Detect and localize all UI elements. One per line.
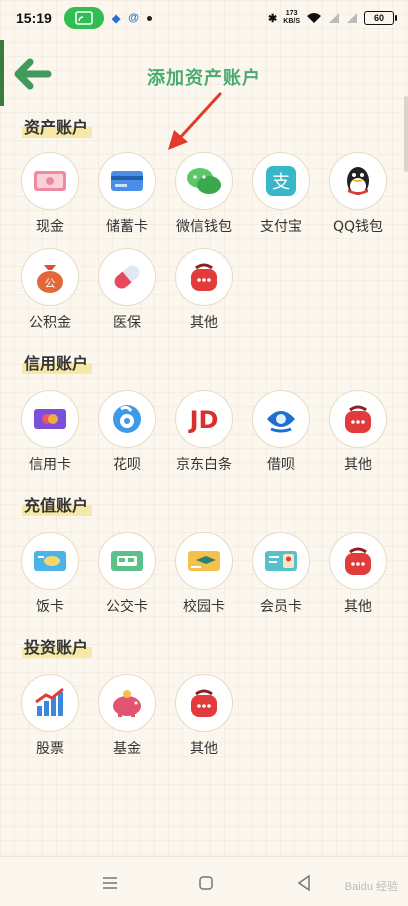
annotation-arrow-icon: [168, 92, 222, 150]
home-nav-button[interactable]: [194, 871, 218, 895]
credit-card-icon: [34, 409, 66, 429]
status-time: 15:19: [16, 10, 52, 26]
account-wechat-wallet[interactable]: 微信钱包: [172, 152, 238, 240]
huabei-icon: [113, 405, 141, 433]
account-qq-wallet[interactable]: QQ钱包: [326, 152, 392, 240]
meal-card-icon: [34, 551, 66, 571]
account-campus-card[interactable]: 校园卡: [172, 532, 238, 620]
wifi-icon: [307, 13, 321, 23]
account-alipay[interactable]: 支 支付宝: [249, 152, 315, 240]
account-huabei[interactable]: 花呗: [95, 390, 161, 478]
back-triangle-icon: [297, 875, 310, 891]
menu-icon: [103, 877, 117, 889]
back-nav-button[interactable]: [292, 871, 316, 895]
qq-wallet-icon: [347, 167, 369, 195]
member-card-icon: [265, 551, 297, 571]
page-title: 添加资产账户: [147, 68, 261, 89]
other-bag-icon: [345, 547, 371, 575]
jiebei-icon: [267, 411, 295, 433]
account-other-credit[interactable]: 其他: [326, 390, 392, 478]
svg-text:JD: JD: [188, 406, 219, 434]
other-bag-icon: [191, 689, 217, 717]
other-bag-icon: [345, 405, 371, 433]
account-jiebei[interactable]: 借呗: [249, 390, 315, 478]
network-speed: 173 KB/S: [283, 10, 300, 25]
account-provident-fund[interactable]: 公 公积金: [18, 248, 84, 336]
section-title: 充值账户: [22, 492, 93, 516]
svg-text:公: 公: [45, 277, 56, 290]
jd-baitiao-icon: JD: [188, 406, 219, 434]
account-bus-card[interactable]: 公交卡: [95, 532, 161, 620]
other-bag-icon: [191, 263, 217, 291]
signal-icon-1: [329, 13, 339, 23]
savings-card-icon: [111, 171, 143, 191]
home-square-icon: [199, 876, 213, 890]
account-other-recharge[interactable]: 其他: [326, 532, 392, 620]
screen-cast-icon[interactable]: [63, 7, 104, 29]
watermark: Baidu 经验: [344, 881, 398, 893]
section-title: 资产账户: [22, 114, 93, 138]
stocks-icon: [35, 687, 64, 716]
section-title: 信用账户: [22, 350, 93, 374]
account-stocks[interactable]: 股票: [18, 674, 84, 762]
bus-card-icon: [111, 551, 143, 571]
account-member-card[interactable]: 会员卡: [249, 532, 315, 620]
menu-nav-button[interactable]: [98, 871, 122, 895]
wechat-wallet-icon: [187, 168, 221, 194]
cash-icon: [34, 171, 66, 191]
status-bar: 15:19 ◆ @ ✱ 173 KB/S 60: [0, 0, 408, 36]
account-cash[interactable]: 现金: [18, 152, 84, 240]
browser-notification-icon: @: [128, 12, 140, 24]
account-medical-insurance[interactable]: 医保: [95, 248, 161, 336]
account-fund[interactable]: 基金: [95, 674, 161, 762]
scrollbar[interactable]: [404, 96, 408, 172]
system-nav-bar: Baidu 经验: [0, 856, 408, 906]
account-savings-card[interactable]: 储蓄卡: [95, 152, 161, 240]
provident-fund-icon: 公: [37, 265, 63, 293]
account-meal-card[interactable]: 饭卡: [18, 532, 84, 620]
campus-card-icon: [188, 551, 220, 571]
alipay-icon: 支: [266, 166, 296, 196]
svg-text:支: 支: [272, 172, 290, 193]
medical-insurance-icon: [114, 265, 140, 289]
battery-indicator: 60: [364, 11, 397, 25]
app-notification-icon: ◆: [111, 12, 121, 25]
signal-icon-2: [347, 13, 357, 23]
more-notifications-dot: [147, 15, 153, 21]
section-title: 投资账户: [22, 634, 93, 658]
fund-piggy-icon: [113, 690, 141, 717]
account-other-asset[interactable]: 其他: [172, 248, 238, 336]
account-jd-baitiao[interactable]: JD 京东白条: [172, 390, 238, 478]
account-credit-card[interactable]: 信用卡: [18, 390, 84, 478]
bluetooth-icon: ✱: [268, 12, 278, 25]
account-other-investment[interactable]: 其他: [172, 674, 238, 762]
